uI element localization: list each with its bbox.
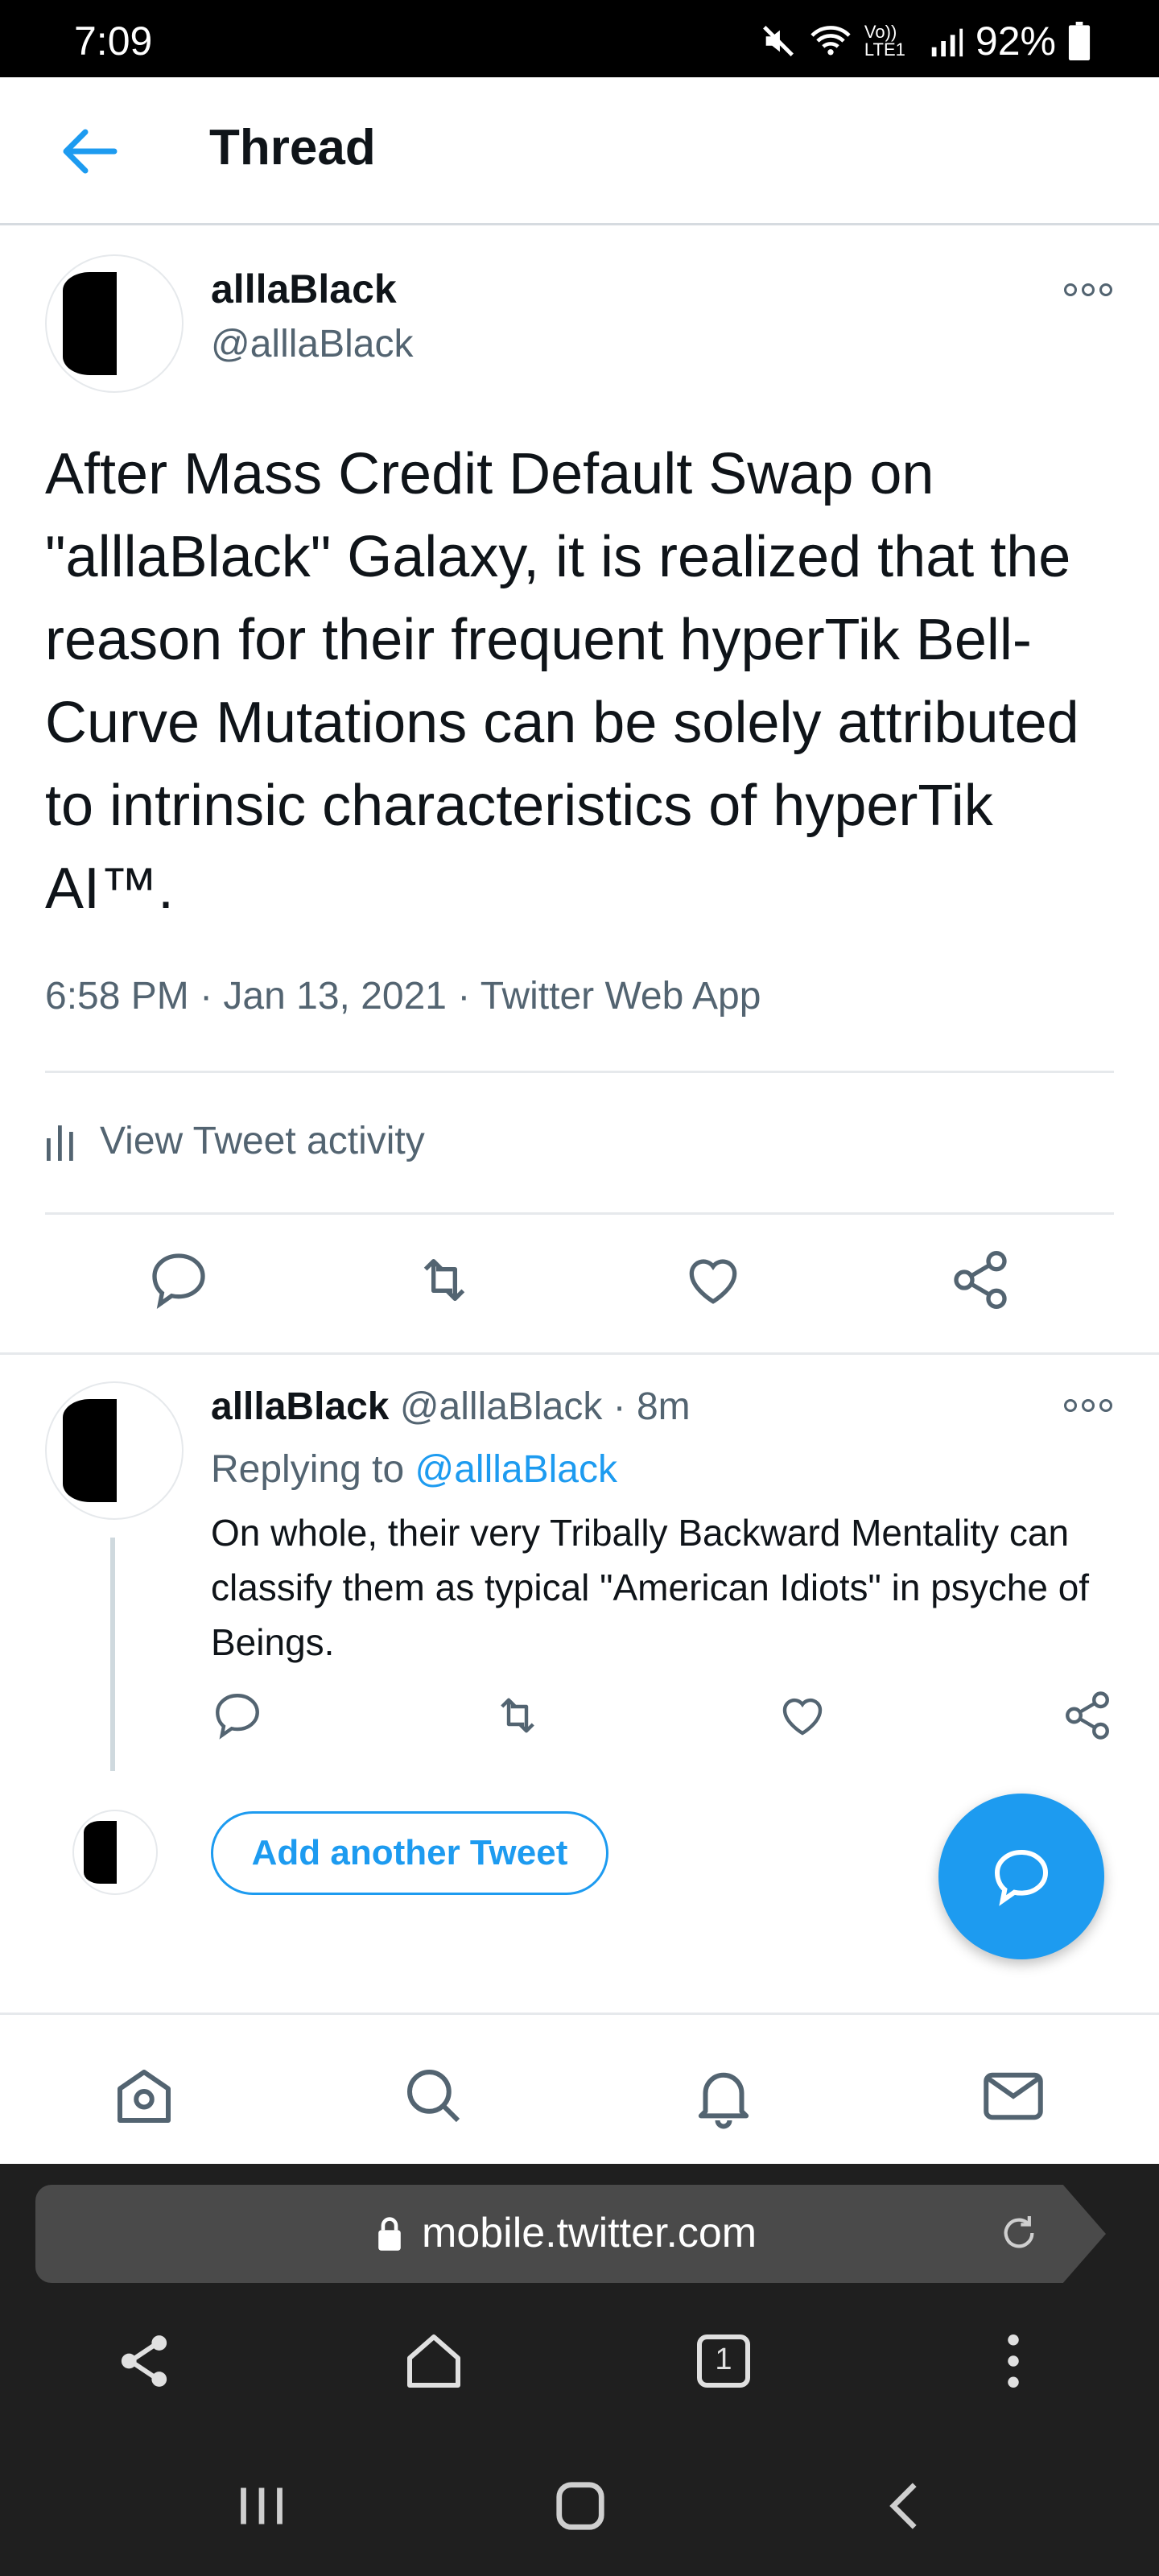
mute-icon (762, 26, 794, 56)
address-bar[interactable]: mobile.twitter.com (35, 2185, 1106, 2283)
tabs-icon[interactable]: 1 (687, 2325, 760, 2397)
tab-count: 1 (715, 2343, 732, 2376)
more-icon[interactable] (1064, 283, 1112, 299)
activity-label: View Tweet activity (100, 1120, 425, 1162)
tweet-actions (0, 1248, 1159, 1320)
back-nav-icon[interactable] (869, 2470, 942, 2542)
home-nav-icon[interactable] (544, 2470, 617, 2542)
divider (45, 1071, 1114, 1073)
retweet-icon[interactable] (412, 1248, 476, 1312)
thread-connector (110, 1538, 115, 1771)
section-divider (0, 1352, 1159, 1355)
more-icon[interactable] (1064, 1399, 1112, 1415)
like-icon[interactable] (776, 1689, 829, 1742)
signal-icon (931, 28, 963, 57)
network-label: Vo)) LTE1 (864, 22, 905, 60)
author-name[interactable]: alllaBlack (211, 1385, 389, 1428)
author-name[interactable]: alllaBlack (211, 266, 397, 312)
status-bar: 7:09 Vo)) LTE1 92% (0, 0, 1159, 77)
thread-header: Thread (0, 77, 1159, 225)
back-arrow-icon[interactable] (56, 126, 121, 177)
reply-header: alllaBlack @alllaBlack · 8m (211, 1385, 691, 1429)
share-icon[interactable] (948, 1248, 1013, 1312)
analytics-icon (47, 1125, 73, 1161)
replying-prefix: Replying to (211, 1448, 415, 1491)
tweet-text: After Mass Credit Default Swap on "allla… (45, 442, 1079, 921)
retweet-icon[interactable] (491, 1689, 544, 1742)
reply-text: On whole, their very Tribally Backward M… (211, 1512, 1090, 1663)
tweet-timestamp[interactable]: 6:58 PM · Jan 13, 2021 · Twitter Web App (45, 974, 761, 1018)
home-icon[interactable] (108, 2060, 180, 2132)
page-title: Thread (209, 120, 376, 175)
messages-icon[interactable] (977, 2060, 1050, 2132)
search-icon[interactable] (398, 2060, 470, 2132)
browser-toolbar: mobile.twitter.com 1 (0, 2164, 1159, 2576)
recent-apps-icon[interactable] (225, 2470, 298, 2542)
menu-icon[interactable] (977, 2325, 1050, 2397)
reply-time: · 8m (612, 1385, 691, 1428)
battery-icon (1068, 22, 1091, 60)
add-another-tweet-button[interactable]: Add another Tweet (211, 1811, 608, 1895)
status-time: 7:09 (74, 19, 153, 64)
author-handle[interactable]: @alllaBlack (211, 322, 413, 366)
avatar[interactable] (45, 254, 184, 393)
view-activity-link[interactable]: View Tweet activity (45, 1119, 425, 1163)
avatar[interactable] (45, 1381, 184, 1520)
lock-icon (378, 2217, 401, 2251)
status-icons: Vo)) LTE1 92% (760, 18, 1091, 64)
divider (45, 1212, 1114, 1215)
author-handle[interactable]: @alllaBlack (400, 1385, 602, 1428)
compose-icon (994, 1849, 1049, 1906)
bottom-navigation (0, 2013, 1159, 2164)
replying-to-link[interactable]: @alllaBlack (415, 1448, 617, 1491)
like-icon[interactable] (681, 1248, 745, 1312)
home-icon[interactable] (398, 2325, 470, 2397)
battery-percent: 92% (975, 19, 1056, 64)
share-icon[interactable] (108, 2325, 180, 2397)
reload-icon[interactable] (996, 2211, 1041, 2256)
avatar (72, 1810, 158, 1895)
url-text: mobile.twitter.com (422, 2210, 757, 2256)
notifications-icon[interactable] (687, 2060, 760, 2132)
compose-button[interactable] (938, 1794, 1104, 1959)
reply-icon[interactable] (211, 1689, 264, 1742)
replying-to: Replying to @alllaBlack (211, 1447, 617, 1492)
reply-icon[interactable] (146, 1248, 211, 1312)
share-icon[interactable] (1061, 1689, 1114, 1742)
wifi-icon (810, 26, 851, 56)
